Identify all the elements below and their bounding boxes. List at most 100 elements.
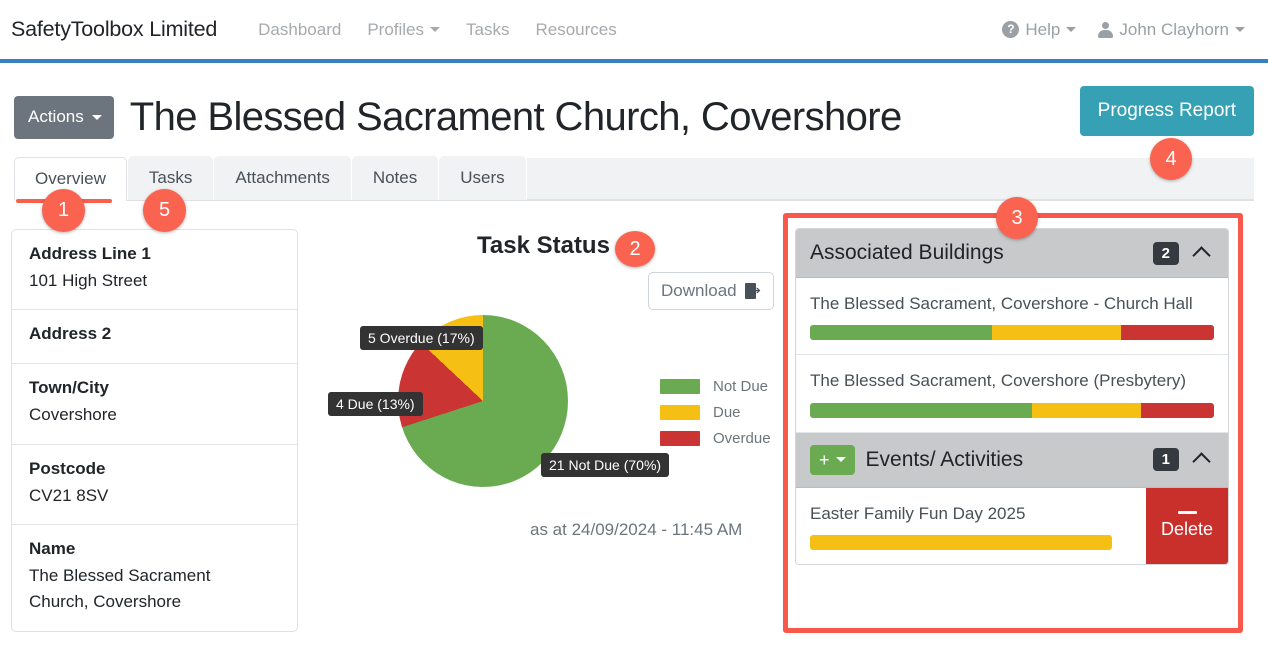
info-row-name: Name The Blessed Sacrament Church, Cover…: [12, 525, 297, 631]
legend-item-overdue: Overdue: [660, 430, 771, 447]
nav-link-resources[interactable]: Resources: [522, 20, 629, 40]
callout-badge-2: 2: [615, 231, 655, 267]
nav-label: Profiles: [367, 20, 424, 40]
bar-segment-overdue: [1141, 403, 1214, 418]
chevron-down-icon: [92, 115, 102, 120]
callout-badge-3: 3: [996, 197, 1038, 239]
primary-nav: Dashboard Profiles Tasks Resources: [245, 20, 630, 40]
panel-title: Associated Buildings: [810, 241, 1153, 265]
page-title: The Blessed Sacrament Church, Covershore: [130, 95, 902, 140]
info-row-address-2: Address 2: [12, 310, 297, 364]
help-label: Help: [1025, 20, 1060, 40]
user-icon: [1098, 22, 1113, 38]
nav-link-profiles[interactable]: Profiles: [354, 20, 453, 40]
nav-label: Dashboard: [258, 20, 341, 40]
chevron-down-icon: [1066, 27, 1076, 32]
app-page: SafetyToolbox Limited Dashboard Profiles…: [0, 0, 1268, 649]
legend-swatch: [660, 431, 700, 446]
add-event-button[interactable]: +: [810, 445, 855, 475]
tab-notes[interactable]: Notes: [352, 156, 438, 200]
download-label: Download: [661, 281, 737, 301]
minus-icon: [1178, 511, 1197, 514]
event-progress-bar: [810, 535, 1112, 550]
download-button[interactable]: Download: [648, 272, 774, 310]
bar-segment-not-due: [810, 403, 1032, 418]
info-label: Postcode: [29, 459, 280, 479]
bar-segment-overdue: [1121, 325, 1214, 340]
side-panels-container: Associated Buildings 2 The Blessed Sacra…: [795, 228, 1229, 565]
info-value: Covershore: [29, 402, 280, 428]
file-export-icon: [745, 283, 761, 300]
nav-label: Resources: [535, 20, 616, 40]
nav-label: Tasks: [466, 20, 509, 40]
bar-segment-not-due: [810, 325, 992, 340]
chevron-up-icon[interactable]: [1192, 246, 1210, 264]
callout-badge-1: 1: [42, 189, 85, 232]
navbar-accent-bar: [0, 59, 1268, 63]
callout-badge-4: 4: [1150, 138, 1192, 180]
chevron-down-icon: [836, 457, 846, 462]
buildings-count-badge: 2: [1153, 242, 1179, 265]
nav-link-user-menu[interactable]: John Clayhorn: [1089, 20, 1254, 40]
info-value: 101 High Street: [29, 268, 280, 294]
question-circle-icon: ?: [1002, 21, 1019, 38]
info-row-postcode: Postcode CV21 8SV: [12, 445, 297, 525]
tab-bar: Overview Tasks Attachments Notes Users: [14, 159, 1254, 201]
info-label: Town/City: [29, 378, 280, 398]
event-body: Easter Family Fun Day 2025: [796, 488, 1146, 564]
bar-segment-due: [992, 325, 1121, 340]
chevron-down-icon: [1235, 27, 1245, 32]
event-list-item[interactable]: Easter Family Fun Day 2025 Delete: [796, 488, 1228, 564]
plus-icon: +: [819, 451, 830, 469]
info-row-address-line-1: Address Line 1 101 High Street: [12, 230, 297, 310]
callout-badge-5: 5: [143, 189, 186, 232]
brand-title: SafetyToolbox Limited: [11, 17, 217, 42]
legend-item-not-due: Not Due: [660, 378, 771, 395]
legend-swatch: [660, 379, 700, 394]
info-label: Name: [29, 539, 280, 559]
delete-event-button[interactable]: Delete: [1146, 488, 1228, 564]
secondary-nav: ? Help John Clayhorn: [993, 20, 1254, 40]
building-name: The Blessed Sacrament, Covershore - Chur…: [810, 291, 1214, 317]
legend-label: Due: [713, 404, 741, 421]
profile-info-card: Address Line 1 101 High Street Address 2…: [11, 229, 298, 632]
legend-item-due: Due: [660, 404, 771, 421]
info-label: Address 2: [29, 324, 280, 344]
legend-swatch: [660, 405, 700, 420]
building-progress-bar: [810, 403, 1214, 418]
bar-segment-due: [1032, 403, 1141, 418]
delete-label: Delete: [1161, 519, 1213, 540]
legend-label: Not Due: [713, 378, 768, 395]
info-value: CV21 8SV: [29, 483, 280, 509]
panel-title: Events/ Activities: [866, 448, 1153, 472]
top-navbar: SafetyToolbox Limited Dashboard Profiles…: [0, 0, 1268, 59]
actions-label: Actions: [28, 107, 84, 127]
chevron-down-icon: [430, 27, 440, 32]
info-label: Address Line 1: [29, 244, 280, 264]
info-value: The Blessed Sacrament Church, Covershore: [29, 563, 229, 616]
event-name: Easter Family Fun Day 2025: [810, 501, 1132, 527]
progress-report-button[interactable]: Progress Report: [1080, 86, 1254, 136]
tab-filler: [527, 158, 1254, 200]
building-progress-bar: [810, 325, 1214, 340]
chart-legend: Not Due Due Overdue: [660, 378, 771, 456]
chevron-up-icon[interactable]: [1192, 452, 1210, 470]
bar-segment-due: [810, 535, 1112, 550]
tab-users[interactable]: Users: [439, 156, 525, 200]
info-row-town-city: Town/City Covershore: [12, 364, 297, 444]
page-header: Actions The Blessed Sacrament Church, Co…: [0, 86, 1268, 148]
tab-attachments[interactable]: Attachments: [214, 156, 351, 200]
nav-link-tasks[interactable]: Tasks: [453, 20, 522, 40]
user-name-label: John Clayhorn: [1119, 20, 1229, 40]
building-list-item[interactable]: The Blessed Sacrament, Covershore - Chur…: [796, 278, 1228, 355]
pie-data-label-overdue: 5 Overdue (17%): [360, 326, 483, 350]
chart-timestamp: as at 24/09/2024 - 11:45 AM: [530, 520, 742, 540]
building-list-item[interactable]: The Blessed Sacrament, Covershore (Presb…: [796, 355, 1228, 432]
building-name: The Blessed Sacrament, Covershore (Presb…: [810, 368, 1214, 394]
nav-link-dashboard[interactable]: Dashboard: [245, 20, 354, 40]
legend-label: Overdue: [713, 430, 771, 447]
nav-link-help[interactable]: ? Help: [993, 20, 1085, 40]
pie-data-label-due: 4 Due (13%): [328, 392, 423, 416]
actions-button[interactable]: Actions: [14, 96, 114, 139]
events-activities-header[interactable]: + Events/ Activities 1: [796, 433, 1228, 488]
